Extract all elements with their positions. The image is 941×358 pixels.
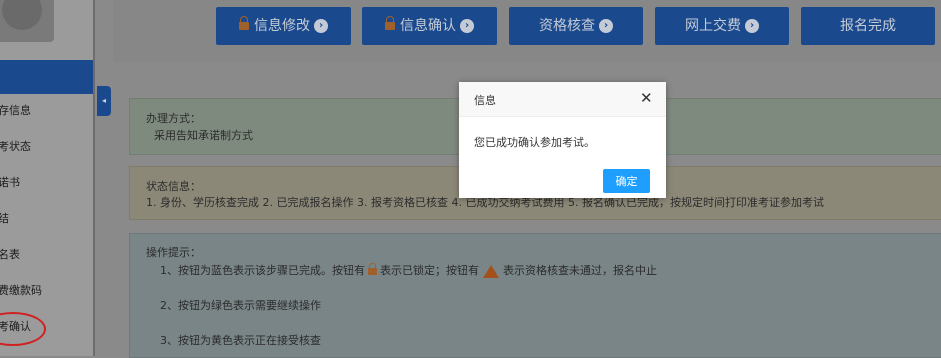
chevron-right-icon: › — [745, 19, 759, 33]
close-icon[interactable]: ✕ — [640, 89, 653, 107]
method-title: 办理方式： — [146, 112, 201, 125]
sidebar-item-label: 考状态 — [0, 140, 31, 153]
sidebar-item-label: 费缴款码 — [0, 284, 42, 297]
ok-button[interactable]: 确定 — [603, 169, 650, 193]
lock-icon — [368, 262, 377, 275]
step-button-qualification-check[interactable]: 资格核查 › — [509, 7, 643, 45]
method-text: 采用告知承诺制方式 — [154, 129, 253, 142]
dialog-title: 信息 — [474, 94, 496, 107]
lock-icon — [385, 16, 395, 30]
tips-title: 操作提示： — [146, 246, 201, 259]
sidebar-item-label: 结 — [0, 212, 9, 225]
sidebar-item-label: 名表 — [0, 248, 20, 261]
dialog-header: 信息 ✕ — [459, 82, 666, 117]
sidebar-collapse-button[interactable]: ◂ — [97, 86, 111, 116]
step-label: 信息修改 — [254, 18, 310, 34]
chevron-right-icon: › — [460, 19, 474, 33]
tips-line-3: 3、按钮为黄色表示正在接受核查 — [160, 334, 321, 347]
warning-icon — [483, 264, 499, 278]
sidebar-item-label: 存信息 — [0, 104, 31, 117]
step-label: 信息确认 — [400, 18, 456, 34]
step-label: 报名完成 — [840, 18, 896, 34]
dialog-message: 您已成功确认参加考试。 — [474, 136, 595, 149]
step-button-info-edit[interactable]: 信息修改 › — [216, 7, 351, 45]
sidebar-item-status[interactable]: 考状态 — [0, 135, 93, 159]
tips-panel: 操作提示： 1、按钮为蓝色表示该步骤已完成。按钮有 表示已锁定；按钮有 表示资格核查… — [129, 233, 941, 358]
tips-line-1: 1、按钮为蓝色表示该步骤已完成。按钮有 表示已锁定；按钮有 表示资格核查未通过，报名… — [160, 262, 657, 278]
sidebar-item-label: 诺书 — [0, 176, 20, 189]
step-button-registration-complete[interactable]: 报名完成 — [801, 7, 935, 45]
step-button-info-confirm[interactable]: 信息确认 › — [362, 7, 497, 45]
sidebar-active-item[interactable] — [0, 60, 93, 94]
chevron-right-icon: › — [599, 19, 613, 33]
step-label: 资格核查 — [539, 18, 595, 34]
info-dialog: 信息 ✕ 您已成功确认参加考试。 确定 — [459, 82, 666, 198]
sidebar: 存信息 考状态 诺书 结 名表 费缴款码 考确认 — [0, 0, 95, 356]
avatar — [0, 0, 54, 42]
status-title: 状态信息： — [146, 180, 201, 193]
sidebar-item-info[interactable]: 存信息 — [0, 99, 93, 123]
sidebar-item-payment-code[interactable]: 费缴款码 — [0, 279, 93, 303]
sidebar-item-pledge[interactable]: 诺书 — [0, 171, 93, 195]
lock-icon — [239, 16, 249, 30]
tips-line-2: 2、按钮为绿色表示需要继续操作 — [160, 299, 321, 312]
sidebar-item-form[interactable]: 名表 — [0, 243, 93, 267]
step-label: 网上交费 — [685, 18, 741, 34]
step-button-online-payment[interactable]: 网上交费 › — [655, 7, 789, 45]
sidebar-item-result[interactable]: 结 — [0, 207, 93, 231]
chevron-right-icon: › — [314, 19, 328, 33]
